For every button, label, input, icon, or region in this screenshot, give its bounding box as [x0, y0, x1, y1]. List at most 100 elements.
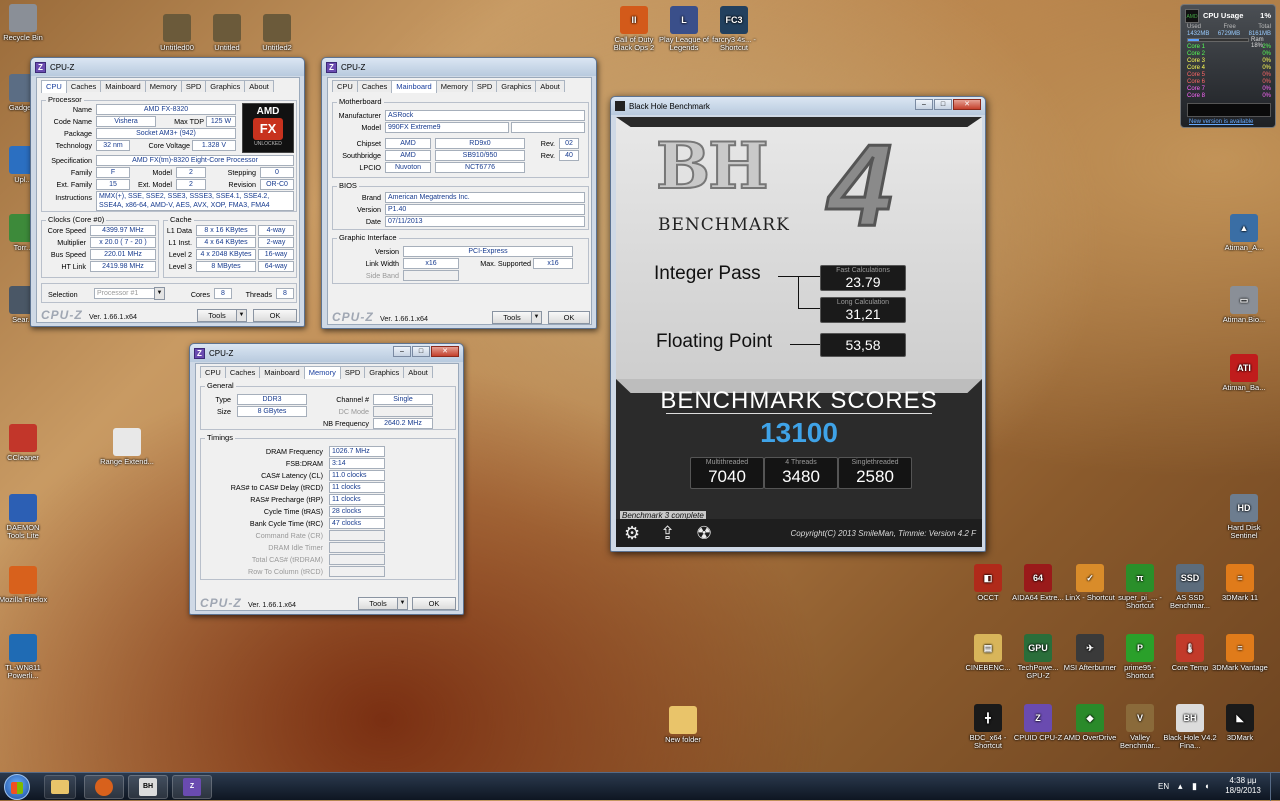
linx-desktop-shortcut[interactable]: ✓ LinX - Shortcut — [1062, 564, 1118, 602]
tab-mainboard[interactable]: Mainboard — [259, 366, 305, 378]
tab-memory[interactable]: Memory — [435, 80, 473, 92]
occt-desktop-shortcut[interactable]: ◧ OCCT — [960, 564, 1016, 602]
radiation-icon[interactable]: ☢ — [696, 523, 712, 543]
ext-family: 15 — [96, 179, 130, 190]
tab-cpu[interactable]: CPU — [200, 366, 226, 378]
close-icon[interactable]: ✕ — [953, 99, 981, 110]
as-ssd-desktop-shortcut[interactable]: SSD AS SSD Benchmar... — [1162, 564, 1218, 610]
maximize-icon[interactable]: □ — [412, 346, 430, 357]
tab-cpu[interactable]: CPU — [332, 80, 358, 92]
black-hole-benchmark-window[interactable]: Black Hole Benchmark – □ ✕ BH BENCHMARK 4 … — [610, 96, 986, 552]
title-bar[interactable]: Black Hole Benchmark – □ ✕ — [611, 97, 985, 115]
superpi-desktop-shortcut[interactable]: π super_pi_... - Shortcut — [1112, 564, 1168, 610]
gpuz-desktop-shortcut[interactable]: GPU TechPowe... GPU-Z — [1010, 634, 1066, 680]
folder-desktop-shortcut[interactable]: ▤ CINEBENC... — [960, 634, 1016, 672]
blackhole-desktop-shortcut[interactable]: BH Black Hole V4.2 Fina... — [1162, 704, 1218, 750]
coretemp-desktop-shortcut[interactable]: 🌡 Core Temp — [1162, 634, 1218, 672]
cpu-usage-gadget[interactable]: AMD CPU Usage 1% Used Free Total 1432MB 672… — [1180, 4, 1276, 128]
tab-memory[interactable]: Memory — [144, 80, 182, 92]
cod-desktop-shortcut[interactable]: II Call of Duty Black Ops 2 — [606, 6, 662, 52]
3dmark-desktop-shortcut[interactable]: ◣ 3DMark — [1212, 704, 1268, 742]
atiman-desktop-shortcut[interactable]: ▲ Atiman_A... — [1214, 214, 1274, 252]
core-row: Core 7 0% — [1187, 86, 1271, 92]
aida64-desktop-shortcut[interactable]: 64 AIDA64 Extre... — [1010, 564, 1066, 602]
3dmark-vantage-desktop-shortcut[interactable]: ≡ 3DMark Vantage — [1212, 634, 1268, 672]
tab-caches[interactable]: Caches — [65, 80, 102, 92]
tools-button[interactable]: Tools — [358, 597, 398, 610]
valley-desktop-shortcut[interactable]: V Valley Benchmar... — [1112, 704, 1168, 750]
start-button[interactable] — [4, 774, 30, 800]
minimize-icon[interactable]: – — [915, 99, 933, 110]
tab-graphics[interactable]: Graphics — [496, 80, 537, 92]
tools-dropdown-icon[interactable]: ▼ — [531, 311, 542, 324]
ok-button[interactable]: OK — [548, 311, 590, 324]
chevron-down-icon[interactable]: ▼ — [154, 287, 165, 300]
cpuz-window-mainboard[interactable]: Z CPU-Z CPU Caches Mainboard Memory SPD G… — [321, 57, 597, 329]
volume-icon[interactable]: ◖ — [1204, 781, 1209, 791]
3dmark11-desktop-shortcut[interactable]: ≡ 3DMark 11 — [1212, 564, 1268, 602]
tab-about[interactable]: About — [244, 80, 274, 92]
bdc-desktop-shortcut[interactable]: ╋ BDC_x64 - Shortcut — [960, 704, 1016, 750]
gear-icon[interactable]: ⚙ — [624, 523, 640, 543]
tools-button[interactable]: Tools — [492, 311, 532, 324]
image-file-desktop-shortcut[interactable]: Untitled00 — [150, 14, 204, 52]
tray-arrow-icon[interactable]: ▴ — [1178, 781, 1183, 792]
tools-button[interactable]: Tools — [197, 309, 237, 322]
tools-dropdown-icon[interactable]: ▼ — [397, 597, 408, 610]
firefox-desktop-shortcut[interactable]: Mozilla Firefox — [0, 566, 48, 604]
title-bar[interactable]: Z CPU-Z — [31, 58, 304, 76]
daemon-tools-desktop-shortcut[interactable]: DAEMON Tools Lite — [0, 494, 48, 540]
tab-caches[interactable]: Caches — [224, 366, 261, 378]
show-desktop-button[interactable] — [1270, 773, 1280, 801]
ccleaner-desktop-shortcut[interactable]: CCleaner — [0, 424, 48, 462]
title-bar[interactable]: Z CPU-Z — [322, 58, 596, 76]
network-icon[interactable]: ▮ — [1192, 781, 1197, 792]
tab-spd[interactable]: SPD — [339, 366, 366, 378]
ok-button[interactable]: OK — [253, 309, 297, 322]
close-icon[interactable]: ✕ — [431, 346, 459, 357]
prime95-desktop-shortcut[interactable]: Pprime95 - Shortcut — [1112, 634, 1168, 680]
language-indicator[interactable]: EN — [1158, 782, 1169, 791]
farcry3-desktop-shortcut[interactable]: FC3 farcry3 4s... - Shortcut — [706, 6, 762, 52]
tab-cpu[interactable]: CPU — [41, 80, 67, 93]
folder-desktop-shortcut[interactable]: New folder — [656, 706, 710, 744]
tab-caches[interactable]: Caches — [356, 80, 393, 92]
tab-about[interactable]: About — [535, 80, 565, 92]
cpuz-taskbar-button[interactable]: Z — [172, 775, 212, 799]
document-desktop-shortcut[interactable]: Range Extend... — [100, 428, 154, 466]
update-link[interactable]: New version is available — [1189, 119, 1253, 125]
cpuz-desktop-shortcut[interactable]: Z CPUID CPU-Z — [1010, 704, 1066, 742]
tools-dropdown-icon[interactable]: ▼ — [236, 309, 247, 322]
title-bar[interactable]: Z CPU-Z – □ ✕ — [190, 344, 463, 362]
tab-graphics[interactable]: Graphics — [205, 80, 246, 92]
usb-drive-desktop-shortcut[interactable]: ▭ Atiman.Bio... — [1214, 286, 1274, 324]
explorer-taskbar-button[interactable] — [44, 775, 76, 799]
cpuz-brand: CPU-Z — [41, 308, 83, 322]
image-file-desktop-shortcut[interactable]: Untitled2 — [250, 14, 304, 52]
tplink-desktop-shortcut[interactable]: TL-WN811 Powerli... — [0, 634, 48, 680]
ok-button[interactable]: OK — [412, 597, 456, 610]
tab-about[interactable]: About — [403, 366, 433, 378]
bh-logo: BH — [655, 129, 770, 204]
tab-spd[interactable]: SPD — [180, 80, 207, 92]
lol-desktop-shortcut[interactable]: L Play League of Legends — [656, 6, 712, 52]
maximize-icon[interactable]: □ — [934, 99, 952, 110]
firefox-taskbar-button[interactable] — [84, 775, 124, 799]
minimize-icon[interactable]: – — [393, 346, 411, 357]
tab-mainboard[interactable]: Mainboard — [391, 80, 437, 93]
tab-memory[interactable]: Memory — [303, 366, 341, 379]
image-file-desktop-shortcut[interactable]: Untitled — [200, 14, 254, 52]
tab-spd[interactable]: SPD — [471, 80, 498, 92]
recycle-bin-desktop-shortcut[interactable]: Recycle Bin — [0, 4, 48, 42]
cpuz-window-cpu[interactable]: Z CPU-Z CPU Caches Mainboard Memory SPD G… — [30, 57, 305, 327]
tab-mainboard[interactable]: Mainboard — [100, 80, 146, 92]
clock[interactable]: 4:38 μμ 18/9/2013 — [1218, 776, 1268, 796]
tab-graphics[interactable]: Graphics — [364, 366, 405, 378]
ati-radeon-desktop-shortcut[interactable]: ATI Atiman_Ba... — [1214, 354, 1274, 392]
amd-overdrive-desktop-shortcut[interactable]: ◆ AMD OverDrive — [1062, 704, 1118, 742]
cpuz-window-memory[interactable]: Z CPU-Z – □ ✕ CPU Caches Mainboard Memory S… — [189, 343, 464, 615]
blackhole-taskbar-button[interactable]: BH — [128, 775, 168, 799]
afterburner-desktop-shortcut[interactable]: ✈ MSI Afterburner — [1062, 634, 1118, 672]
hdd-sentinel-desktop-shortcut[interactable]: HD Hard Disk Sentinel — [1214, 494, 1274, 540]
upload-icon[interactable]: ⇪ — [660, 523, 675, 543]
